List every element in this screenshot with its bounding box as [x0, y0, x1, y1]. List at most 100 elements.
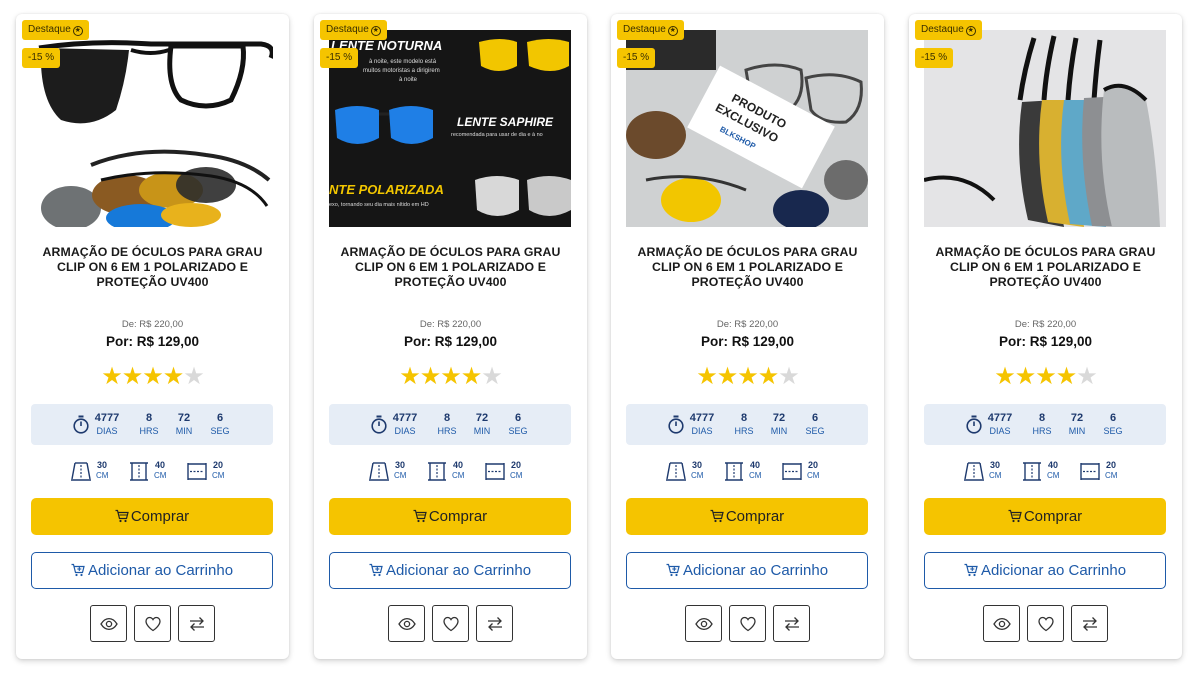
add-to-cart-button[interactable]: Adicionar ao Carrinho [329, 552, 571, 589]
product-grid: Destaque ★ -15 % ARMAÇÃO DE ÓCULOS PARA G… [0, 0, 1200, 675]
product-image[interactable] [924, 30, 1166, 227]
height-dimension-icon [130, 462, 148, 481]
countdown-days: 4777 DIAS [389, 412, 421, 437]
depth-dimension-icon [1080, 463, 1100, 480]
buy-button-label: Comprar [130, 508, 190, 525]
product-photo [31, 30, 273, 227]
buy-button[interactable]: Comprar [31, 498, 273, 535]
depth-dimension-icon [485, 463, 505, 480]
dimension-depth-value: 20 [213, 460, 224, 470]
rating-stars: ★★★★★ [909, 363, 1182, 391]
product-actions [90, 605, 216, 642]
quick-view-button[interactable] [388, 605, 425, 642]
dimension-height-value: 40 [155, 460, 166, 470]
add-to-cart-label: Adicionar ao Carrinho [87, 562, 234, 579]
compare-button[interactable] [476, 605, 513, 642]
product-title[interactable]: ARMAÇÃO DE ÓCULOS PARA GRAU CLIP ON 6 EM… [923, 245, 1168, 290]
cart-icon [413, 509, 427, 523]
product-image[interactable] [31, 30, 273, 227]
buy-button-label: Comprar [1023, 508, 1083, 525]
star-icon: ★ [1055, 363, 1077, 390]
star-icon: ★ [121, 363, 143, 390]
product-title[interactable]: ARMAÇÃO DE ÓCULOS PARA GRAU CLIP ON 6 EM… [328, 245, 573, 290]
wishlist-button[interactable] [729, 605, 766, 642]
dimensions-row: 30 CM 40 CM 20 CM [314, 460, 587, 482]
product-title[interactable]: ARMAÇÃO DE ÓCULOS PARA GRAU CLIP ON 6 EM… [30, 245, 275, 290]
compare-button[interactable] [1071, 605, 1108, 642]
countdown-hours-label: HRS [139, 426, 159, 436]
countdown-minutes-label: MIN [770, 426, 788, 436]
wishlist-button[interactable] [134, 605, 171, 642]
countdown-minutes-value: 72 [475, 412, 489, 424]
dimension-width-value: 30 [990, 460, 1001, 470]
compare-button[interactable] [178, 605, 215, 642]
countdown-hours-label: HRS [1032, 426, 1052, 436]
image-text-noturna-line2: muitos motoristas a dirigirem [363, 68, 440, 74]
countdown-seconds-value: 6 [811, 412, 819, 424]
countdown-seconds-label: SEG [210, 426, 230, 436]
old-price: De: R$ 220,00 [419, 319, 482, 330]
width-dimension-icon [666, 462, 686, 481]
product-title[interactable]: ARMAÇÃO DE ÓCULOS PARA GRAU CLIP ON 6 EM… [625, 245, 870, 290]
add-to-cart-button[interactable]: Adicionar ao Carrinho [31, 552, 273, 589]
new-price: Por: R$ 129,00 [105, 334, 200, 349]
product-photo [924, 30, 1166, 227]
heart-icon [145, 616, 161, 632]
countdown-days-label: DIAS [691, 426, 713, 436]
dimension-height-unit: CM [452, 471, 465, 480]
wishlist-button[interactable] [432, 605, 469, 642]
product-card: Destaque ★ -15 % ARMAÇÃO DE ÓCULOS PARA G… [16, 14, 289, 659]
star-icon: ★ [696, 363, 717, 390]
featured-badge-label: Destaque [28, 24, 71, 35]
quick-view-button[interactable] [685, 605, 722, 642]
star-icon: ★ [162, 363, 184, 390]
countdown-minutes-value: 72 [1070, 412, 1084, 424]
countdown-hours-label: HRS [437, 426, 457, 436]
stopwatch-icon [668, 415, 684, 434]
quick-view-button[interactable] [983, 605, 1020, 642]
countdown-seconds: 6 SEG [1097, 412, 1129, 437]
new-price: Por: R$ 129,00 [700, 334, 795, 349]
stopwatch-icon [371, 415, 387, 434]
dimensions-row: 30 CM 40 CM 20 CM [909, 460, 1182, 482]
countdown-seconds-value: 6 [514, 412, 522, 424]
countdown-minutes-value: 72 [772, 412, 786, 424]
add-to-cart-button[interactable]: Adicionar ao Carrinho [924, 552, 1166, 589]
countdown-seconds-label: SEG [508, 426, 528, 436]
countdown-minutes-value: 72 [177, 412, 191, 424]
compare-button[interactable] [773, 605, 810, 642]
product-actions [983, 605, 1109, 642]
height-dimension-icon [725, 462, 743, 481]
star-icon: ★ [440, 363, 461, 390]
quick-view-button[interactable] [90, 605, 127, 642]
heart-icon [443, 616, 459, 632]
discount-badge: -15 % [320, 48, 359, 68]
cart-icon [115, 509, 129, 523]
buy-button[interactable]: Comprar [924, 498, 1166, 535]
buy-button[interactable]: Comprar [626, 498, 868, 535]
star-icon: ★ [101, 363, 122, 390]
countdown-minutes: 72 MIN [763, 412, 795, 437]
countdown-timer: 4777 DIAS 8 HRS 72 MIN 6 SEG [329, 404, 571, 445]
star-icon: ★ [757, 363, 779, 390]
countdown-hours: 8 HRS [431, 412, 463, 437]
featured-badge-label: Destaque [326, 24, 369, 35]
product-image[interactable]: LENTE NOTURNA à noite, este modelo está … [329, 30, 571, 227]
buy-button[interactable]: Comprar [329, 498, 571, 535]
width-dimension-icon [71, 462, 91, 481]
countdown-hours-value: 8 [1038, 412, 1046, 424]
product-actions [388, 605, 514, 642]
old-price: De: R$ 220,00 [121, 319, 184, 330]
rating-stars: ★★★★★ [611, 363, 884, 391]
countdown-seconds-label: SEG [805, 426, 825, 436]
compare-arrows-icon [488, 617, 502, 631]
add-to-cart-button[interactable]: Adicionar ao Carrinho [626, 552, 868, 589]
dimension-height-value: 40 [750, 460, 761, 470]
star-icon: ★ [183, 363, 204, 390]
product-image[interactable]: PRODUTO EXCLUSIVO BLKSHOP [626, 30, 868, 227]
badge-star-icon: ★ [370, 26, 381, 36]
wishlist-button[interactable] [1027, 605, 1064, 642]
compare-arrows-icon [1083, 617, 1097, 631]
product-photo: PRODUTO EXCLUSIVO BLKSHOP [626, 30, 868, 227]
dimension-width-unit: CM [96, 471, 109, 480]
